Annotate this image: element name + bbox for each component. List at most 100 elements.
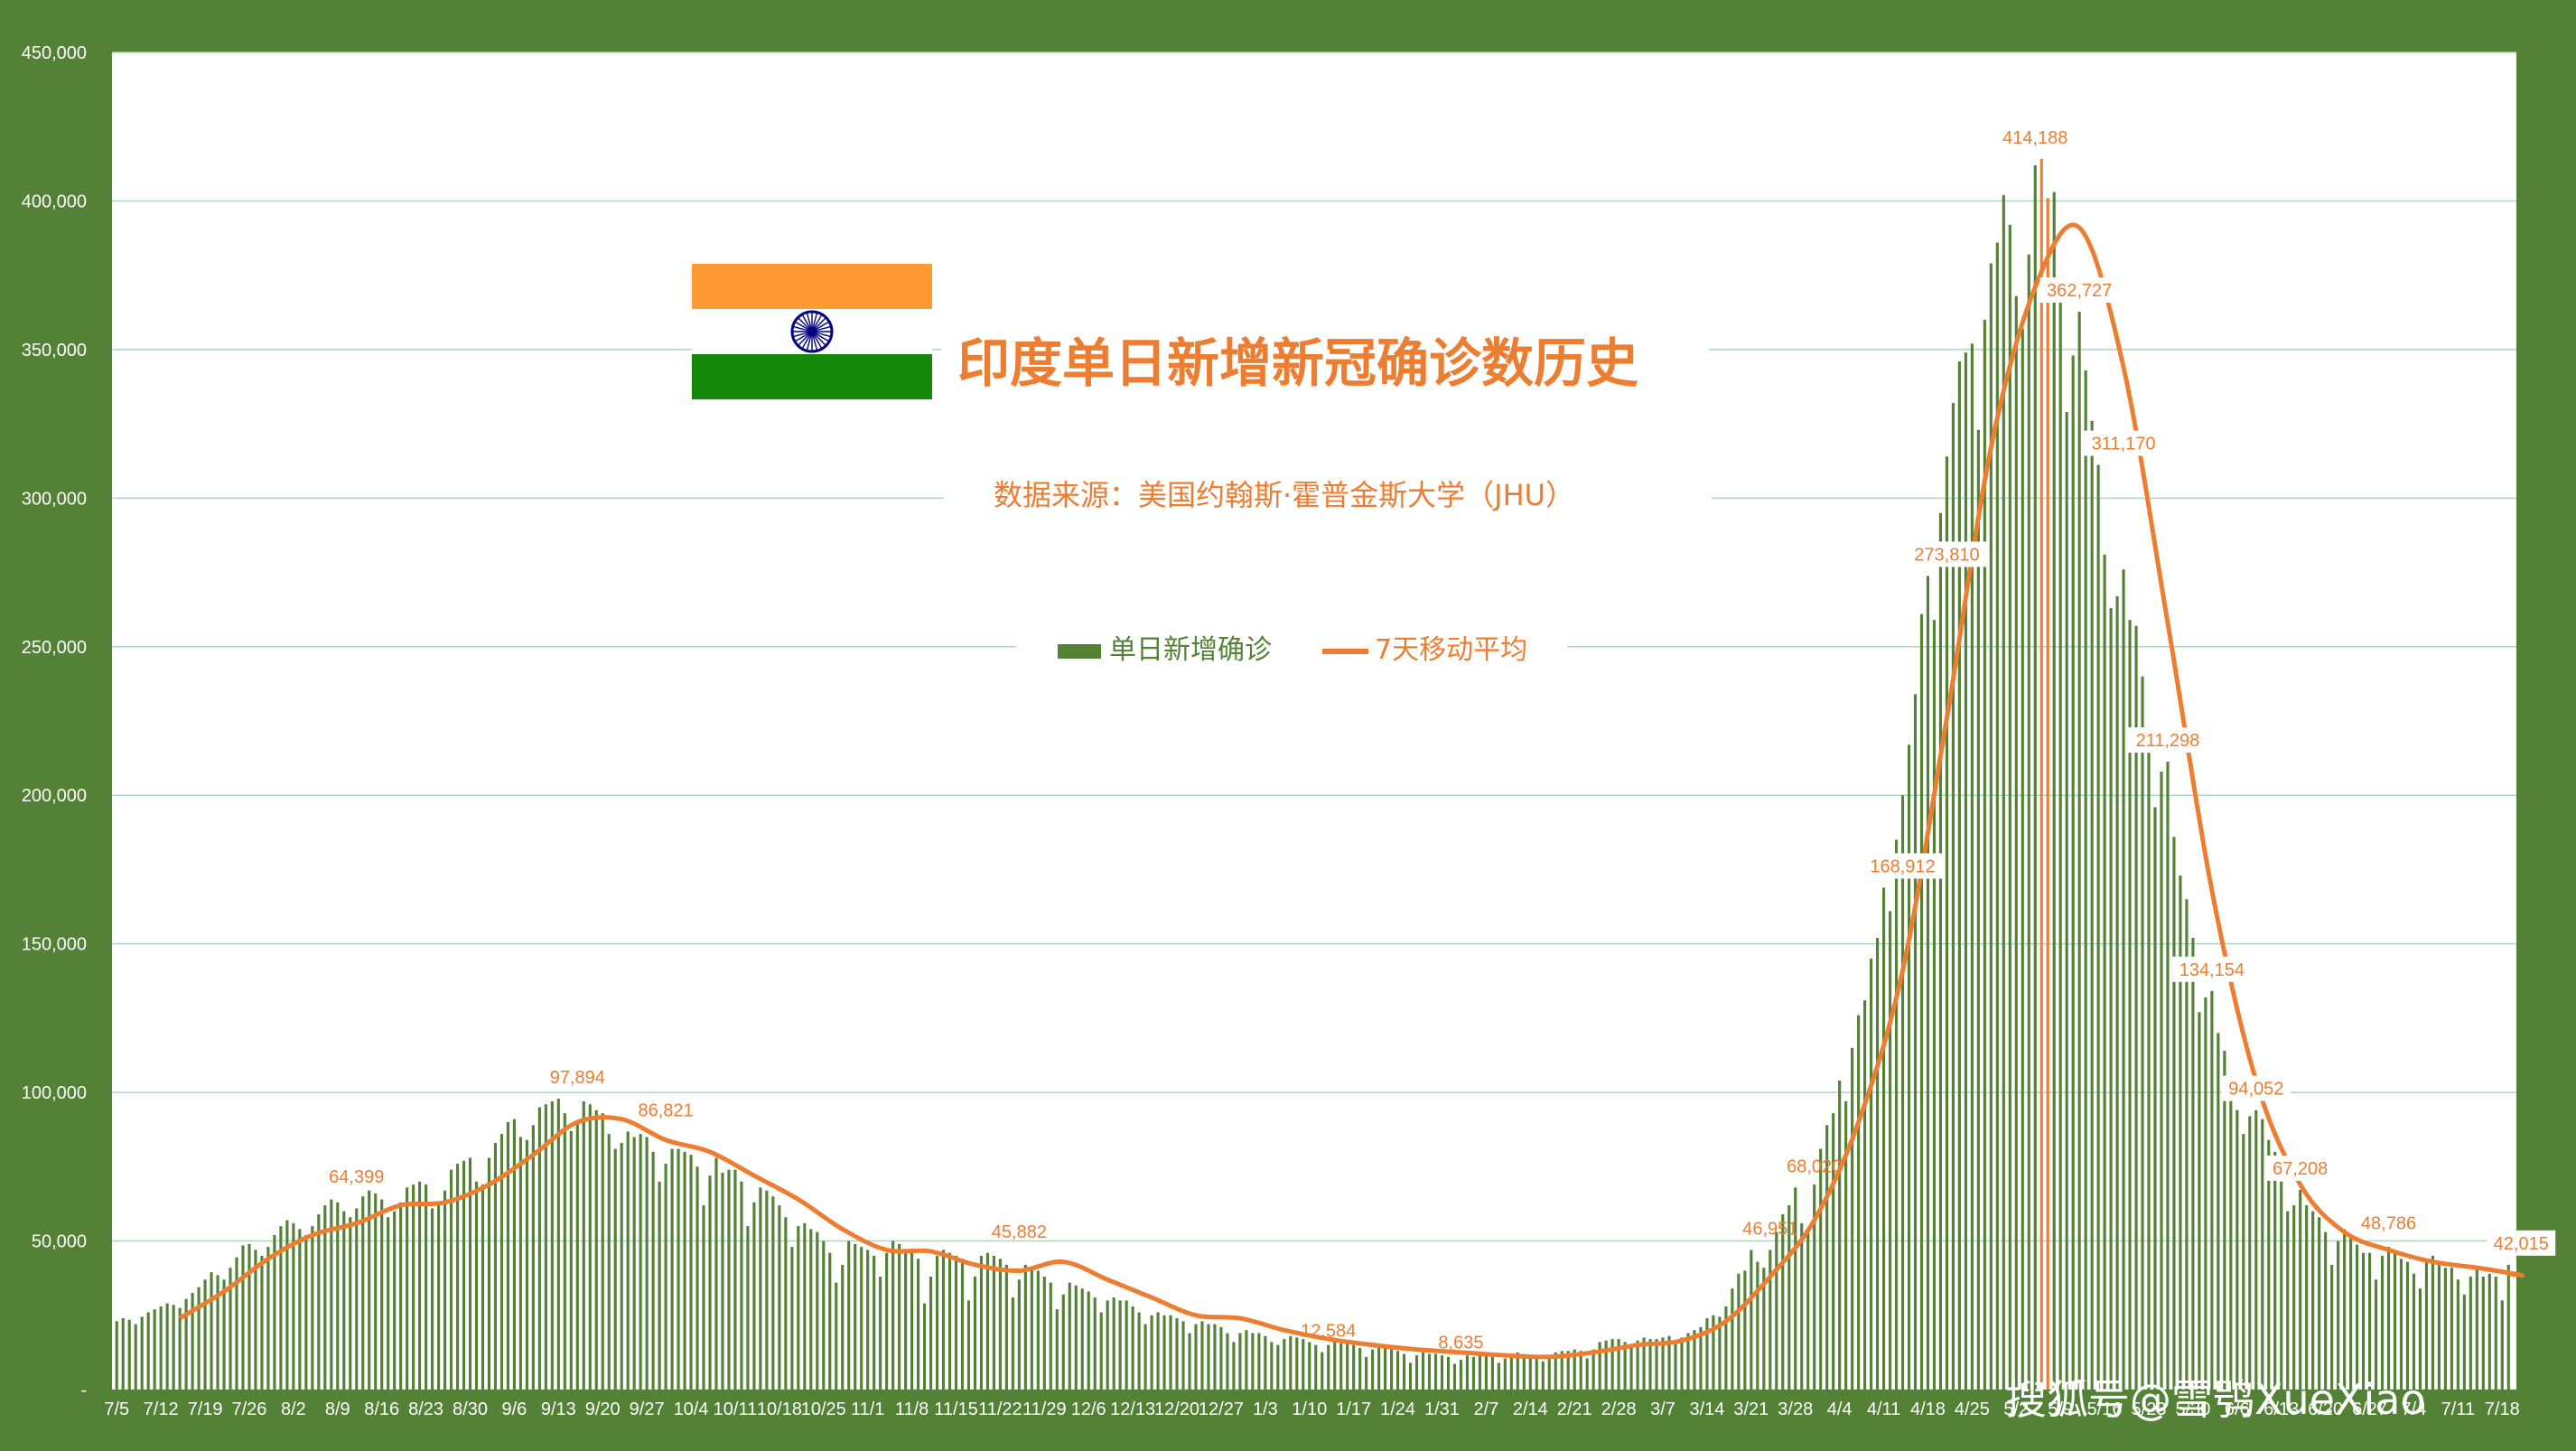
bar xyxy=(2071,355,2075,1390)
data-label: 12,584 xyxy=(1301,1322,1356,1342)
bar xyxy=(1970,343,1974,1390)
x-tick-label: 4/25 xyxy=(1955,1400,1990,1419)
x-tick-label: 11/1 xyxy=(851,1400,884,1419)
bar xyxy=(790,1247,794,1390)
x-tick-label: 12/6 xyxy=(1071,1400,1106,1419)
bar xyxy=(1402,1353,1406,1390)
x-tick-label: 12/20 xyxy=(1154,1400,1199,1419)
bar xyxy=(342,1211,346,1390)
bar xyxy=(1629,1347,1633,1390)
bar xyxy=(2462,1294,2466,1390)
bar xyxy=(941,1250,946,1390)
bar xyxy=(2475,1268,2478,1390)
bar xyxy=(1194,1324,1198,1390)
bar xyxy=(1756,1261,1759,1390)
bar xyxy=(1245,1330,1248,1390)
bar xyxy=(1522,1353,1526,1390)
bar xyxy=(1509,1353,1513,1390)
bar xyxy=(1794,1187,1797,1390)
x-tick-label: 11/8 xyxy=(895,1400,929,1419)
bar xyxy=(803,1222,807,1390)
bar xyxy=(658,1181,661,1390)
x-tick-label: 7/11 xyxy=(2441,1400,2475,1419)
bar xyxy=(1087,1291,1090,1390)
watermark: 搜狐号@雪鸮XueXiao xyxy=(2005,1375,2426,1424)
bar xyxy=(1674,1343,1677,1390)
bar xyxy=(127,1319,131,1390)
bar xyxy=(1737,1273,1741,1390)
bar xyxy=(847,1240,851,1390)
bar xyxy=(1528,1355,1532,1390)
bar xyxy=(1030,1268,1033,1390)
x-tick-label: 9/6 xyxy=(502,1400,527,1419)
bar xyxy=(2052,192,2056,1390)
bar xyxy=(2469,1277,2472,1390)
bar xyxy=(115,1321,118,1390)
bar xyxy=(891,1240,895,1390)
x-tick-label: 7/19 xyxy=(188,1400,223,1419)
x-tick-label: 10/4 xyxy=(674,1400,709,1419)
bar xyxy=(134,1324,137,1390)
bar xyxy=(1042,1277,1046,1390)
y-tick-label: 150,000 xyxy=(22,935,87,955)
bar xyxy=(2033,164,2037,1390)
y-axis-ticks: - 50,000 100,000 150,000 200,000 250,000 300,0… xyxy=(22,43,87,1400)
bar xyxy=(2343,1229,2347,1390)
bar xyxy=(247,1243,251,1390)
bar xyxy=(1919,613,1924,1390)
bar xyxy=(966,1300,971,1390)
legend-bar-swatch xyxy=(1058,644,1101,659)
bar xyxy=(374,1193,378,1390)
bar xyxy=(2235,1109,2239,1390)
bar xyxy=(695,1166,699,1390)
bar xyxy=(1396,1351,1400,1390)
bar xyxy=(1150,1315,1153,1390)
bar xyxy=(2254,1109,2258,1390)
bar xyxy=(425,1184,428,1390)
bar xyxy=(1251,1333,1255,1390)
chart-canvas: - 50,000 100,000 150,000 200,000 250,000 300,0… xyxy=(22,43,2556,1424)
bar xyxy=(1832,1113,1835,1390)
bar xyxy=(1226,1333,1229,1390)
x-tick-label: 10/18 xyxy=(757,1400,802,1419)
bar xyxy=(1452,1363,1457,1390)
bar xyxy=(1055,1309,1059,1390)
bar xyxy=(1938,512,1943,1390)
bar xyxy=(1131,1306,1134,1390)
bar xyxy=(885,1252,889,1390)
bar xyxy=(1346,1343,1349,1390)
bar xyxy=(1314,1344,1318,1390)
data-label: 67,208 xyxy=(2273,1159,2328,1179)
bar xyxy=(1421,1352,1425,1390)
bar xyxy=(1371,1349,1375,1390)
bar xyxy=(165,1303,169,1390)
bar xyxy=(2014,295,2018,1390)
bar xyxy=(1478,1355,1481,1390)
bar xyxy=(2431,1256,2434,1390)
x-tick-label: 11/15 xyxy=(934,1400,978,1419)
bar xyxy=(1863,1000,1867,1390)
bar xyxy=(506,1122,509,1390)
bar xyxy=(689,1155,693,1390)
x-tick-label: 12/13 xyxy=(1110,1400,1155,1419)
bar xyxy=(1535,1356,1538,1390)
x-tick-label: 7/12 xyxy=(144,1400,179,1419)
bar xyxy=(1162,1315,1166,1390)
bar xyxy=(2305,1205,2309,1390)
bar xyxy=(740,1181,743,1390)
data-label: 8,635 xyxy=(1438,1334,1483,1353)
bar xyxy=(1414,1355,1419,1390)
bar xyxy=(2217,1033,2220,1390)
bar xyxy=(235,1257,238,1390)
x-tick-label: 11/29 xyxy=(1022,1400,1067,1419)
x-tick-label: 10/11 xyxy=(714,1400,758,1419)
bar xyxy=(1232,1342,1236,1390)
bar xyxy=(412,1184,415,1390)
bar xyxy=(752,1202,756,1390)
bar xyxy=(1169,1315,1172,1390)
bar xyxy=(569,1130,573,1390)
bar xyxy=(2330,1264,2334,1390)
y-tick-label: 200,000 xyxy=(22,786,87,806)
india-flag-icon xyxy=(692,264,932,399)
bar xyxy=(1610,1339,1614,1390)
